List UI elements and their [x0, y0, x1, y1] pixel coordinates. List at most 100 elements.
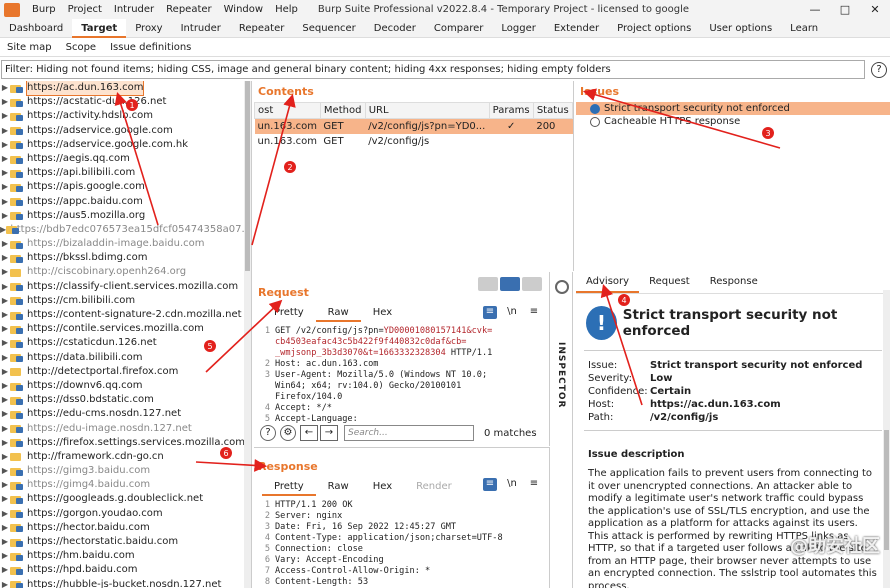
expand-arrow-icon[interactable]: ▶ — [0, 436, 10, 450]
tab-raw[interactable]: Raw — [316, 479, 361, 496]
site-map-host[interactable]: ▶ https://apis.google.com — [0, 180, 251, 194]
tab-extender[interactable]: Extender — [545, 19, 608, 38]
site-map-host[interactable]: ▶ https://downv6.qq.com — [0, 379, 251, 393]
menu-intruder[interactable]: Intruder — [108, 4, 160, 15]
subtab-scope[interactable]: Scope — [59, 38, 103, 57]
expand-arrow-icon[interactable]: ▶ — [0, 195, 10, 209]
table-row[interactable]: un.163.com GET/v2/config/js — [255, 134, 573, 149]
site-map-host[interactable]: ▶ https://adservice.google.com.hk — [0, 138, 251, 152]
issue-item[interactable]: Strict transport security not enforced — [576, 102, 890, 115]
site-map-host[interactable]: ▶ https://classify-client.services.mozill… — [0, 280, 251, 294]
tab-hex[interactable]: Hex — [361, 305, 404, 322]
next-match-icon[interactable]: → — [320, 425, 338, 441]
site-map-host[interactable]: ▶ https://contile.services.mozilla.com — [0, 322, 251, 336]
site-map-host[interactable]: ▶ https://adservice.google.com — [0, 124, 251, 138]
site-map-host[interactable]: ▶ https://gimg4.baidu.com — [0, 478, 251, 492]
tab-hex[interactable]: Hex — [361, 479, 404, 496]
expand-arrow-icon[interactable]: ▶ — [0, 492, 10, 506]
inspector-settings-icon[interactable] — [555, 280, 569, 294]
expand-arrow-icon[interactable]: ▶ — [0, 251, 10, 265]
site-map-host[interactable]: ▶ https://ac.dun.163.com — [0, 81, 251, 97]
menu-icon[interactable]: ≡ — [527, 478, 541, 491]
tab-user-options[interactable]: User options — [700, 19, 781, 38]
tab-intruder[interactable]: Intruder — [172, 19, 230, 38]
previous-match-icon[interactable]: ← — [300, 425, 318, 441]
site-map-host[interactable]: ▶ https://activity.hdslb.com — [0, 109, 251, 123]
expand-arrow-icon[interactable]: ▶ — [0, 563, 10, 577]
request-editor[interactable]: 1 GET /v2/config/js?pn=YD00001080157141&c… — [254, 326, 549, 425]
expand-arrow-icon[interactable]: ▶ — [0, 393, 10, 407]
site-map-tree[interactable]: ▶ https://ac.dun.163.com ▶ https://acstatic… — [0, 81, 252, 588]
expand-arrow-icon[interactable]: ▶ — [0, 280, 10, 294]
expand-arrow-icon[interactable]: ▶ — [0, 521, 10, 535]
site-map-host[interactable]: ▶ https://cstaticdun.126.net — [0, 336, 251, 350]
site-map-host[interactable]: ▶ https://bdb7edc076573ea15dfcf05474358a0… — [0, 223, 251, 237]
menu-project[interactable]: Project — [62, 4, 108, 15]
subtab-site-map[interactable]: Site map — [0, 38, 59, 57]
menu-window[interactable]: Window — [218, 4, 269, 15]
tab-pretty[interactable]: Pretty — [262, 479, 316, 496]
expand-arrow-icon[interactable]: ▶ — [0, 336, 10, 350]
column-header[interactable]: Method — [319, 102, 366, 119]
menu-repeater[interactable]: Repeater — [160, 4, 217, 15]
column-header[interactable]: URL — [364, 102, 490, 119]
filter-settings[interactable]: Filter: Hiding not found items; hiding C… — [1, 60, 865, 79]
advisory-tab-advisory[interactable]: Advisory — [576, 272, 640, 293]
site-map-host[interactable]: ▶ http://ciscobinary.openh264.org — [0, 265, 251, 279]
tab-comparer[interactable]: Comparer — [425, 19, 492, 38]
expand-arrow-icon[interactable]: ▶ — [0, 166, 10, 180]
inspector-label[interactable]: INSPECTOR — [556, 342, 566, 408]
tab-logger[interactable]: Logger — [492, 19, 544, 38]
site-map-host[interactable]: ▶ https://bkssl.bdimg.com — [0, 251, 251, 265]
menu-icon[interactable]: ≡ — [527, 306, 541, 319]
tab-decoder[interactable]: Decoder — [365, 19, 425, 38]
maximize-icon[interactable]: □ — [830, 0, 860, 19]
site-map-host[interactable]: ▶ https://hector.baidu.com — [0, 521, 251, 535]
site-map-host[interactable]: ▶ https://cm.bilibili.com — [0, 294, 251, 308]
site-map-host[interactable]: ▶ https://hm.baidu.com — [0, 549, 251, 563]
expand-arrow-icon[interactable]: ▶ — [0, 308, 10, 322]
site-map-host[interactable]: ▶ http://detectportal.firefox.com — [0, 365, 251, 379]
column-header[interactable]: ost — [254, 102, 321, 119]
expand-arrow-icon[interactable]: ▶ — [0, 351, 10, 365]
site-map-host[interactable]: ▶ https://gorgon.youdao.com — [0, 507, 251, 521]
issue-item[interactable]: Cacheable HTTPS response — [576, 115, 890, 128]
site-map-host[interactable]: ▶ https://hubble-js-bucket.nosdn.127.net — [0, 578, 251, 588]
expand-arrow-icon[interactable]: ▶ — [0, 322, 10, 336]
site-map-host[interactable]: ▶ https://googleads.g.doubleclick.net — [0, 492, 251, 506]
help-icon[interactable]: ? — [260, 425, 276, 441]
site-map-host[interactable]: ▶ https://firefox.settings.services.mozil… — [0, 436, 251, 450]
expand-arrow-icon[interactable]: ▶ — [0, 422, 10, 436]
expand-arrow-icon[interactable]: ▶ — [0, 535, 10, 549]
help-icon[interactable]: ? — [871, 61, 887, 78]
table-row[interactable]: un.163.com GET/v2/config/js?pn=YD0... ✓ 200 — [254, 118, 573, 134]
newline-toggle-icon[interactable]: \n — [505, 306, 519, 319]
expand-arrow-icon[interactable]: ▶ — [0, 124, 10, 138]
layout-side-by-side-icon[interactable] — [478, 277, 498, 291]
inspector-sidebar[interactable]: INSPECTOR — [551, 272, 573, 588]
pretty-toggle-icon[interactable]: ≡ — [483, 478, 497, 491]
minimize-icon[interactable]: — — [800, 0, 830, 19]
advisory-scrollbar[interactable] — [883, 290, 890, 588]
close-icon[interactable]: ✕ — [860, 0, 890, 19]
newline-toggle-icon[interactable]: \n — [505, 478, 519, 491]
site-map-host[interactable]: ▶ http://framework.cdn-go.cn — [0, 450, 251, 464]
expand-arrow-icon[interactable]: ▶ — [0, 365, 10, 379]
tab-sequencer[interactable]: Sequencer — [293, 19, 364, 38]
expand-arrow-icon[interactable]: ▶ — [0, 507, 10, 521]
site-map-host[interactable]: ▶ https://aegis.qq.com — [0, 152, 251, 166]
expand-arrow-icon[interactable]: ▶ — [0, 81, 10, 95]
settings-gear-icon[interactable]: ⚙ — [280, 425, 296, 441]
expand-arrow-icon[interactable]: ▶ — [0, 464, 10, 478]
expand-arrow-icon[interactable]: ▶ — [0, 109, 10, 123]
site-map-scrollbar[interactable] — [244, 81, 251, 588]
expand-arrow-icon[interactable]: ▶ — [0, 294, 10, 308]
layout-tabs-icon[interactable] — [522, 277, 542, 291]
expand-arrow-icon[interactable]: ▶ — [0, 578, 10, 588]
site-map-host[interactable]: ▶ https://aus5.mozilla.org — [0, 209, 251, 223]
site-map-host[interactable]: ▶ https://hpd.baidu.com — [0, 563, 251, 577]
expand-arrow-icon[interactable]: ▶ — [0, 450, 10, 464]
response-editor[interactable]: 1 HTTP/1.1 200 OK 2 Server: nginx 3 Date: Fri… — [254, 500, 549, 588]
expand-arrow-icon[interactable]: ▶ — [0, 95, 10, 109]
tab-raw[interactable]: Raw — [315, 305, 361, 322]
